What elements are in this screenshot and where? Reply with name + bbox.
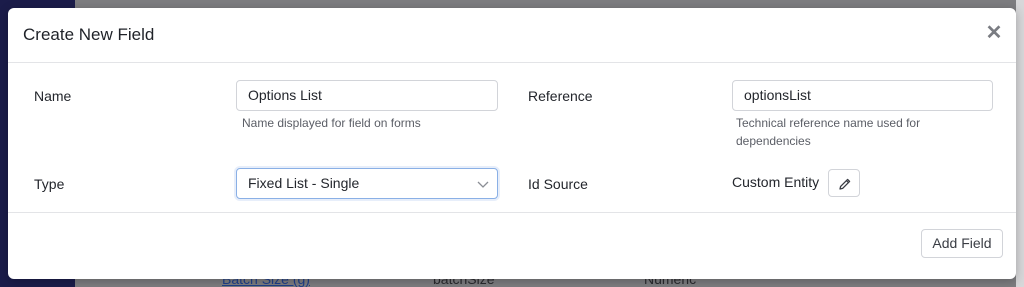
name-label: Name: [34, 88, 72, 104]
name-input[interactable]: Options List: [236, 80, 498, 111]
pencil-icon: [839, 178, 851, 190]
reference-help-text-line2: dependencies: [736, 134, 811, 148]
id-source-label: Id Source: [528, 176, 588, 192]
id-source-value: Custom Entity: [732, 174, 820, 190]
create-field-modal: Create New Field ✕ Name Options List Nam…: [8, 8, 1016, 279]
edit-id-source-button[interactable]: [828, 169, 860, 197]
modal-footer: [8, 212, 1016, 279]
chevron-down-icon: [477, 181, 489, 188]
type-selected-value: Fixed List - Single: [248, 175, 360, 191]
reference-help-text: Technical reference name used for: [736, 116, 921, 130]
modal-header: Create New Field ✕: [8, 8, 1016, 63]
add-field-button[interactable]: Add Field: [921, 229, 1003, 258]
reference-label: Reference: [528, 88, 593, 104]
reference-input[interactable]: optionsList: [732, 80, 993, 111]
name-help-text: Name displayed for field on forms: [242, 116, 421, 130]
type-label: Type: [34, 176, 65, 192]
background-edge: [1016, 0, 1024, 287]
modal-title: Create New Field: [23, 25, 155, 44]
type-select[interactable]: Fixed List - Single: [236, 168, 498, 199]
close-icon[interactable]: ✕: [984, 22, 1004, 44]
